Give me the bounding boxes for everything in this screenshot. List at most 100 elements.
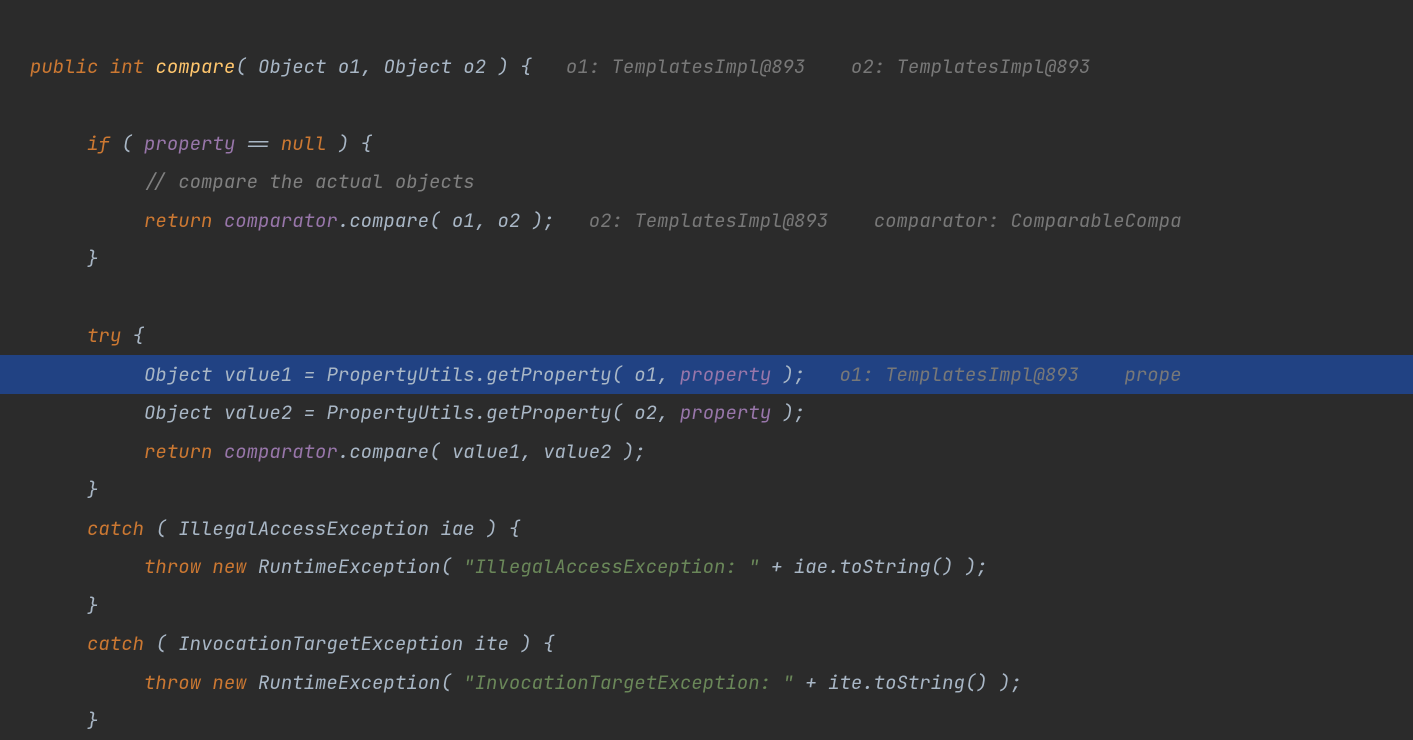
code-token: } — [87, 249, 98, 268]
code-token: new — [212, 557, 258, 576]
code-token: ( — [155, 519, 178, 538]
code-token: ); — [771, 365, 839, 384]
code-token: . — [338, 211, 349, 230]
code-token: value1 — [452, 442, 520, 461]
code-line[interactable]: } — [0, 586, 1413, 625]
code-token: null — [281, 134, 327, 153]
code-token: ( — [611, 403, 634, 422]
code-line[interactable]: catch ( InvocationTargetException ite ) … — [0, 625, 1413, 664]
code-line[interactable]: if ( property == null ) { — [0, 124, 1413, 163]
code-line[interactable]: return comparator.compare( o1, o2 ); o2:… — [0, 201, 1413, 240]
code-line[interactable]: } — [0, 471, 1413, 510]
code-token: InvocationTargetException — [178, 634, 474, 653]
code-token: ); — [520, 211, 588, 230]
code-token: + — [760, 557, 794, 576]
code-line[interactable]: } — [0, 702, 1413, 740]
code-token: getProperty — [486, 365, 611, 384]
code-token: = — [292, 403, 326, 422]
code-token: o1 — [338, 57, 361, 76]
code-token: Object — [258, 57, 338, 76]
code-token: compare — [349, 442, 429, 461]
code-line[interactable] — [0, 86, 1413, 125]
code-token: ); — [612, 442, 646, 461]
code-token: ) { — [475, 519, 521, 538]
code-token: "IllegalAccessException: " — [463, 557, 759, 576]
code-token: compare — [349, 211, 429, 230]
code-token: property — [680, 365, 771, 384]
code-token: "InvocationTargetException: " — [463, 673, 794, 692]
code-token: o2 — [634, 403, 657, 422]
code-token: o1 — [634, 365, 657, 384]
code-token: . — [338, 442, 349, 461]
code-token: ( — [429, 442, 452, 461]
code-line[interactable]: } — [0, 240, 1413, 279]
code-line[interactable] — [0, 278, 1413, 317]
code-token: ( — [235, 57, 258, 76]
code-token: . — [475, 365, 486, 384]
code-token: ( — [429, 211, 452, 230]
code-line[interactable]: throw new RuntimeException( "InvocationT… — [0, 663, 1413, 702]
code-token: o2: TemplatesImpl@893 comparator: Compar… — [589, 211, 1182, 230]
code-line[interactable]: Object value2 = PropertyUtils.getPropert… — [0, 394, 1413, 433]
code-token: , — [657, 365, 680, 384]
code-token: == — [235, 134, 281, 153]
code-token: return — [144, 442, 224, 461]
code-token: () ); — [931, 557, 988, 576]
code-token: , — [657, 403, 680, 422]
code-token: try — [87, 326, 133, 345]
code-token: ) { — [509, 634, 555, 653]
code-token: throw — [144, 673, 212, 692]
code-token: value2 — [543, 442, 611, 461]
code-token: o1 — [452, 211, 475, 230]
code-token: toString — [874, 673, 965, 692]
code-token: catch — [87, 519, 155, 538]
code-token: RuntimeException — [258, 673, 440, 692]
code-token: value1 — [224, 365, 292, 384]
code-line[interactable]: try { — [0, 317, 1413, 356]
code-token: } — [87, 480, 98, 499]
code-token: } — [87, 711, 98, 730]
code-line[interactable]: catch ( IllegalAccessException iae ) { — [0, 509, 1413, 548]
code-token: return — [144, 211, 224, 230]
code-token: o2 — [463, 57, 486, 76]
code-token: if — [87, 134, 121, 153]
code-token: public — [30, 57, 110, 76]
code-token: ite — [475, 634, 509, 653]
code-token: = — [292, 365, 326, 384]
code-token: { — [133, 326, 144, 345]
code-token: . — [862, 673, 873, 692]
code-token: o1: TemplatesImpl@893 o2: TemplatesImpl@… — [566, 57, 1090, 76]
code-token: . — [475, 403, 486, 422]
code-editor[interactable]: public int compare( Object o1, Object o2… — [0, 0, 1413, 740]
code-token: . — [828, 557, 839, 576]
code-line[interactable]: public int compare( Object o1, Object o2… — [0, 47, 1413, 86]
code-token: o2 — [498, 211, 521, 230]
code-token: IllegalAccessException — [178, 519, 440, 538]
code-line[interactable]: throw new RuntimeException( "IllegalAcce… — [0, 548, 1413, 587]
code-token: ite — [828, 673, 862, 692]
code-token: value2 — [224, 403, 292, 422]
code-token: iae — [794, 557, 828, 576]
code-token: compare — [155, 57, 235, 76]
code-token: , — [475, 211, 498, 230]
code-token: ); — [771, 403, 805, 422]
code-token: ) { — [326, 134, 372, 153]
code-token: comparator — [224, 211, 338, 230]
code-line[interactable]: Object value1 = PropertyUtils.getPropert… — [0, 355, 1413, 394]
code-token: o1: TemplatesImpl@893 prope — [840, 365, 1182, 384]
code-token: Object — [144, 365, 224, 384]
code-token: property — [680, 403, 771, 422]
code-line[interactable]: // compare the actual objects — [0, 163, 1413, 202]
code-token: } — [87, 596, 98, 615]
code-token: iae — [440, 519, 474, 538]
code-token: , — [520, 442, 543, 461]
code-token: toString — [839, 557, 930, 576]
code-token: ( — [121, 134, 144, 153]
code-token: throw — [144, 557, 212, 576]
code-token: catch — [87, 634, 155, 653]
code-token: PropertyUtils — [326, 365, 474, 384]
code-token: Object — [144, 403, 224, 422]
code-token: property — [144, 134, 235, 153]
code-line[interactable]: return comparator.compare( value1, value… — [0, 432, 1413, 471]
code-token: PropertyUtils — [326, 403, 474, 422]
